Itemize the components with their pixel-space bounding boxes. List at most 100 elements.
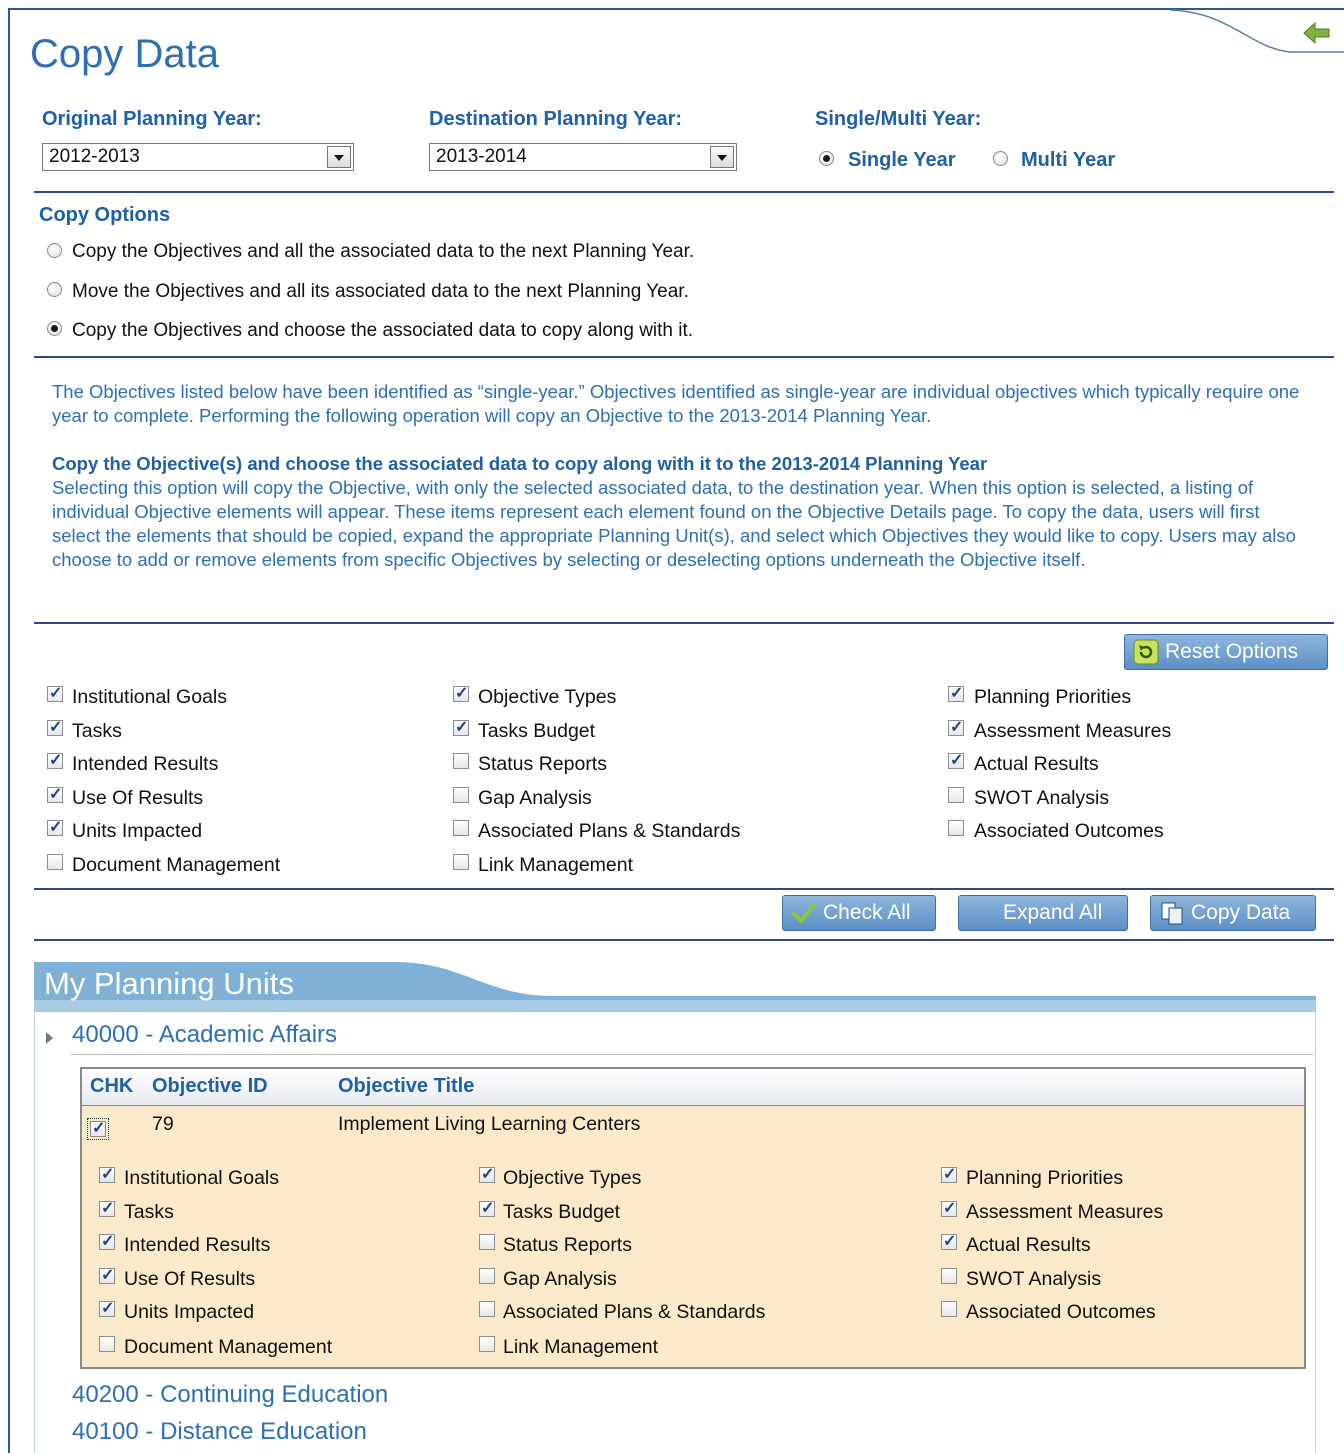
units-impacted-label[interactable]: Units Impacted — [72, 820, 202, 843]
destination-year-value: 2013-2014 — [436, 146, 527, 167]
tasks-budget-checkbox[interactable] — [453, 717, 469, 737]
link-management-checkbox[interactable] — [453, 854, 469, 870]
institutional-goals-checkbox[interactable] — [99, 1164, 115, 1184]
gap-analysis-checkbox[interactable] — [453, 787, 469, 803]
intended-results-label[interactable]: Intended Results — [72, 753, 218, 776]
actual-results-label[interactable]: Actual Results — [974, 753, 1099, 776]
document-management-checkbox[interactable] — [47, 854, 63, 870]
associated-plans-label[interactable]: Associated Plans & Standards — [478, 820, 740, 843]
associated-outcomes-checkbox[interactable] — [948, 820, 964, 836]
planning-priorities-checkbox[interactable] — [948, 683, 964, 703]
actual-results-label[interactable]: Actual Results — [966, 1234, 1091, 1257]
assessment-measures-label[interactable]: Assessment Measures — [974, 720, 1171, 743]
assessment-measures-label[interactable]: Assessment Measures — [966, 1201, 1163, 1224]
multi-year-radio[interactable] — [993, 151, 1008, 166]
status-reports-label[interactable]: Status Reports — [503, 1234, 632, 1257]
link-management-checkbox[interactable] — [479, 1336, 495, 1352]
associated-plans-checkbox[interactable] — [453, 820, 469, 836]
move-all-radio[interactable] — [47, 282, 62, 297]
document-management-label[interactable]: Document Management — [124, 1336, 332, 1359]
unit-continuing-education[interactable]: 40200 - Continuing Education — [72, 1381, 388, 1409]
objective-types-checkbox[interactable] — [479, 1164, 495, 1184]
copy-data-button[interactable]: Copy Data — [1150, 895, 1316, 931]
gap-analysis-label[interactable]: Gap Analysis — [503, 1268, 617, 1291]
back-arrow-icon[interactable] — [1302, 20, 1332, 46]
copy-choose-option[interactable]: Copy the Objectives and choose the assoc… — [72, 320, 693, 342]
reset-options-button[interactable]: Reset Options — [1124, 634, 1328, 670]
unit-academic-affairs[interactable]: 40000 - Academic Affairs — [72, 1021, 337, 1049]
row-checkbox[interactable] — [87, 1118, 109, 1140]
use-of-results-checkbox[interactable] — [47, 784, 63, 804]
swot-analysis-label[interactable]: SWOT Analysis — [974, 787, 1109, 810]
objective-id: 79 — [152, 1113, 174, 1135]
associated-outcomes-checkbox[interactable] — [941, 1301, 957, 1317]
tasks-label[interactable]: Tasks — [124, 1201, 174, 1224]
units-impacted-checkbox[interactable] — [99, 1298, 115, 1318]
intended-results-checkbox[interactable] — [47, 750, 63, 770]
tasks-label[interactable]: Tasks — [72, 720, 122, 743]
objective-types-checkbox[interactable] — [453, 683, 469, 703]
divider — [34, 888, 1334, 890]
move-all-option[interactable]: Move the Objectives and all its associat… — [72, 281, 689, 303]
copy-all-option[interactable]: Copy the Objectives and all the associat… — [72, 241, 694, 263]
objectives-table: CHK Objective ID Objective Title 79 Impl… — [80, 1067, 1306, 1369]
expand-triangle-icon[interactable] — [46, 1032, 53, 1044]
tasks-budget-checkbox[interactable] — [479, 1198, 495, 1218]
swot-analysis-checkbox[interactable] — [941, 1268, 957, 1284]
swot-analysis-label[interactable]: SWOT Analysis — [966, 1268, 1101, 1291]
associated-plans-label[interactable]: Associated Plans & Standards — [503, 1301, 765, 1324]
planning-priorities-checkbox[interactable] — [941, 1164, 957, 1184]
associated-outcomes-label[interactable]: Associated Outcomes — [966, 1301, 1156, 1324]
original-year-select[interactable]: 2012-2013 — [42, 143, 354, 171]
link-management-label[interactable]: Link Management — [478, 854, 633, 877]
assessment-measures-checkbox[interactable] — [941, 1198, 957, 1218]
swot-analysis-checkbox[interactable] — [948, 787, 964, 803]
objective-types-label[interactable]: Objective Types — [503, 1167, 641, 1190]
planning-priorities-label[interactable]: Planning Priorities — [966, 1167, 1123, 1190]
gap-analysis-label[interactable]: Gap Analysis — [478, 787, 592, 810]
unit-distance-education[interactable]: 40100 - Distance Education — [72, 1418, 367, 1446]
copy-choose-radio[interactable] — [47, 321, 62, 336]
actual-results-checkbox[interactable] — [948, 750, 964, 770]
status-reports-label[interactable]: Status Reports — [478, 753, 607, 776]
associated-outcomes-label[interactable]: Associated Outcomes — [974, 820, 1164, 843]
document-management-checkbox[interactable] — [99, 1336, 115, 1352]
chevron-down-icon[interactable] — [710, 146, 734, 168]
institutional-goals-label[interactable]: Institutional Goals — [124, 1167, 279, 1190]
single-multi-label: Single/Multi Year: — [815, 108, 982, 130]
status-reports-checkbox[interactable] — [453, 753, 469, 769]
planning-priorities-label[interactable]: Planning Priorities — [974, 686, 1131, 709]
tasks-checkbox[interactable] — [47, 717, 63, 737]
expand-all-button[interactable]: Expand All — [958, 895, 1128, 931]
actual-results-checkbox[interactable] — [941, 1231, 957, 1251]
intended-results-label[interactable]: Intended Results — [124, 1234, 270, 1257]
link-management-label[interactable]: Link Management — [503, 1336, 658, 1359]
tasks-checkbox[interactable] — [99, 1198, 115, 1218]
info-section: Copy the Objective(s) and choose the ass… — [52, 452, 1302, 572]
use-of-results-checkbox[interactable] — [99, 1265, 115, 1285]
use-of-results-label[interactable]: Use Of Results — [72, 787, 203, 810]
assessment-measures-checkbox[interactable] — [948, 717, 964, 737]
single-year-label[interactable]: Single Year — [848, 149, 955, 172]
tasks-budget-label[interactable]: Tasks Budget — [478, 720, 595, 743]
objective-types-label[interactable]: Objective Types — [478, 686, 616, 709]
multi-year-label[interactable]: Multi Year — [1021, 149, 1115, 172]
units-impacted-label[interactable]: Units Impacted — [124, 1301, 254, 1324]
tasks-budget-label[interactable]: Tasks Budget — [503, 1201, 620, 1224]
gap-analysis-checkbox[interactable] — [479, 1268, 495, 1284]
page-title: Copy Data — [30, 32, 219, 76]
status-reports-checkbox[interactable] — [479, 1234, 495, 1250]
check-all-button[interactable]: Check All — [782, 895, 936, 931]
single-year-radio[interactable] — [819, 151, 834, 166]
intended-results-checkbox[interactable] — [99, 1231, 115, 1251]
associated-plans-checkbox[interactable] — [479, 1301, 495, 1317]
destination-year-label: Destination Planning Year: — [429, 108, 683, 130]
institutional-goals-label[interactable]: Institutional Goals — [72, 686, 227, 709]
copy-all-radio[interactable] — [47, 243, 62, 258]
document-management-label[interactable]: Document Management — [72, 854, 280, 877]
institutional-goals-checkbox[interactable] — [47, 683, 63, 703]
units-impacted-checkbox[interactable] — [47, 817, 63, 837]
use-of-results-label[interactable]: Use Of Results — [124, 1268, 255, 1291]
chevron-down-icon[interactable] — [327, 146, 351, 168]
destination-year-select[interactable]: 2013-2014 — [429, 143, 737, 171]
